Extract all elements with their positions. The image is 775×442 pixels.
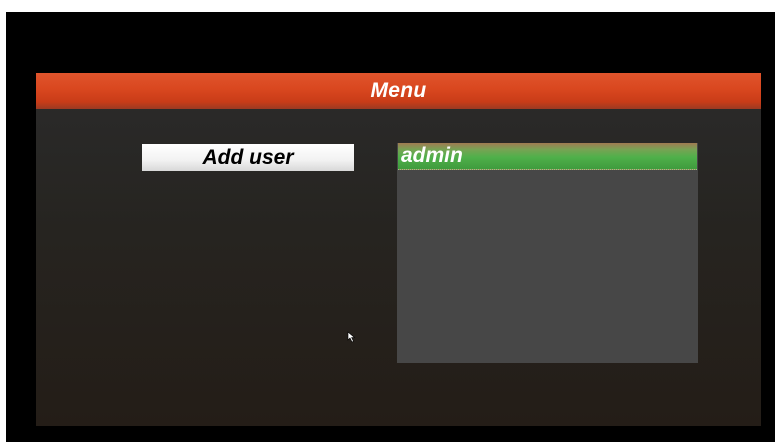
user-list-item-label: admin	[401, 144, 463, 167]
menu-title: Menu	[370, 79, 427, 102]
user-list[interactable]: admin	[397, 143, 698, 363]
mouse-pointer-icon	[347, 331, 356, 343]
user-list-item-admin[interactable]: admin	[398, 143, 697, 170]
add-user-label: Add user	[202, 145, 294, 169]
menu-header: Menu	[36, 73, 761, 109]
menu-panel: Menu Add user admin	[36, 73, 761, 426]
add-user-button[interactable]: Add user	[142, 144, 354, 171]
